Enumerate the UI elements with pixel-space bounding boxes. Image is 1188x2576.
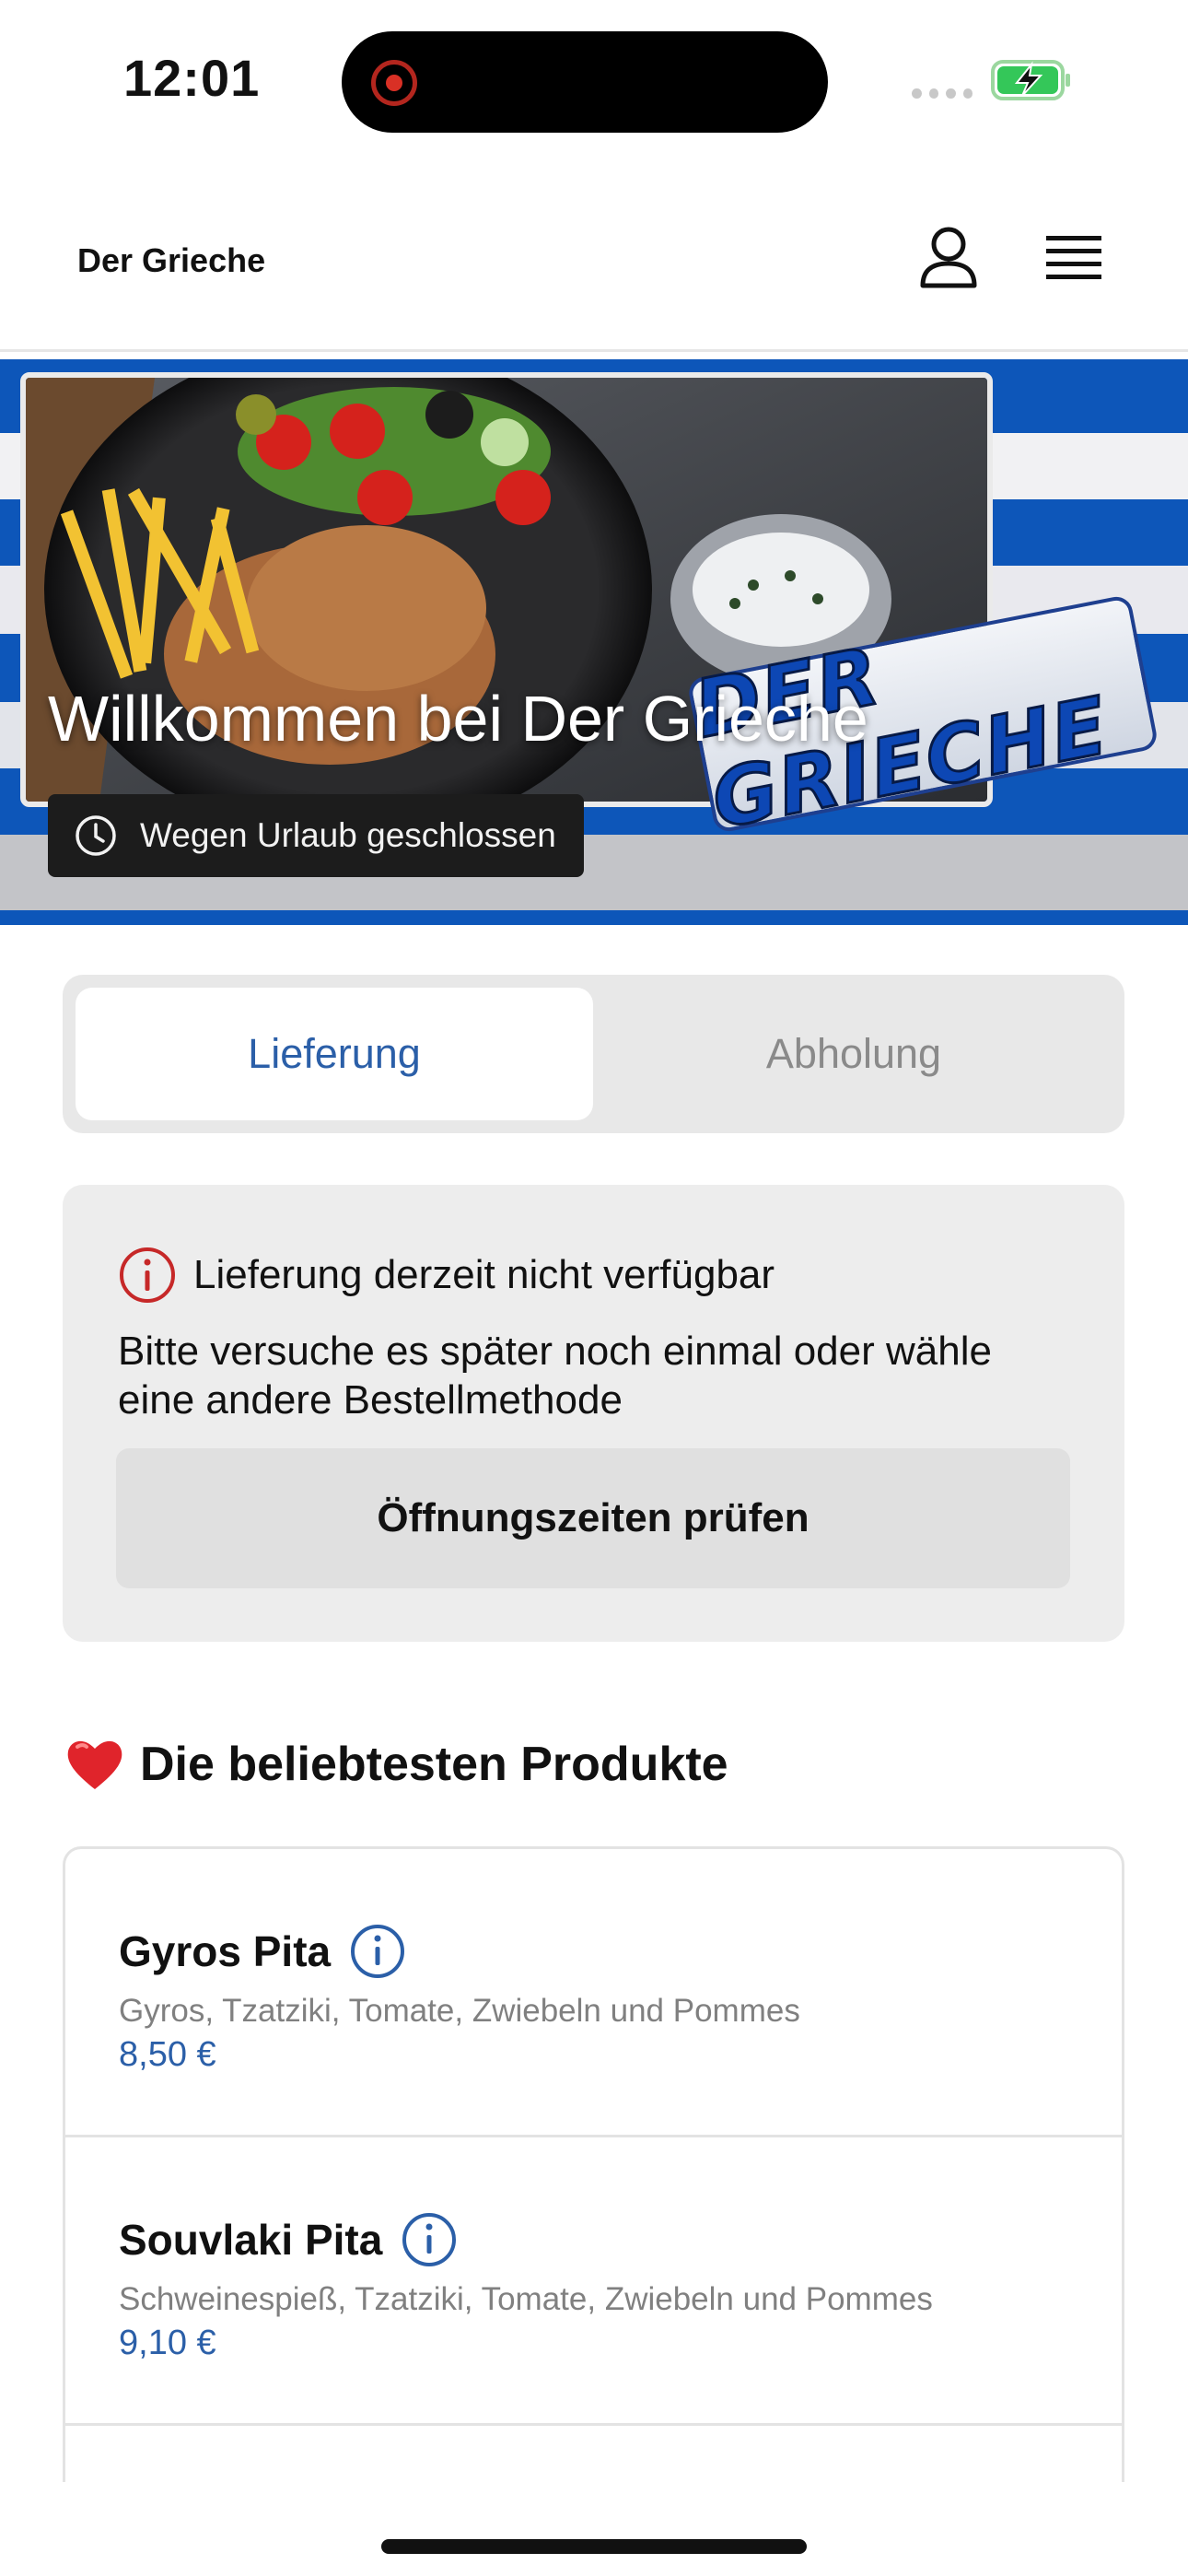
hamburger-menu-icon[interactable] xyxy=(1041,230,1107,286)
status-bar: 12:01 xyxy=(0,0,1188,157)
app-header: Der Grieche xyxy=(0,157,1188,352)
delivery-notice-card: Lieferung derzeit nicht verfügbar Bitte … xyxy=(63,1185,1124,1642)
popular-products-title: Die beliebtesten Produkte xyxy=(140,1738,728,1791)
heart-icon xyxy=(67,1740,122,1789)
notice-body: Bitte versuche es später noch einmal ode… xyxy=(118,1329,992,1423)
info-circle-icon xyxy=(120,1247,175,1303)
tab-abholung[interactable]: Abholung xyxy=(595,988,1112,1120)
notice-title: Lieferung derzeit nicht verfügbar xyxy=(193,1252,775,1297)
user-icon[interactable] xyxy=(915,223,982,289)
recording-icon xyxy=(371,60,417,106)
bottom-safe-area xyxy=(0,2482,1188,2576)
hero-banner: DER GRIECHE Willkommen bei Der Grieche W… xyxy=(0,359,1188,925)
product-description: Schweinespieß, Tzatziki, Tomate, Zwiebel… xyxy=(119,2281,933,2317)
product-info-icon[interactable] xyxy=(401,2211,458,2268)
clock-icon xyxy=(76,815,116,856)
product-price: 8,50 € xyxy=(119,2035,216,2074)
order-mode-switch: Lieferung Abholung xyxy=(63,975,1124,1133)
product-info-icon[interactable] xyxy=(349,1923,406,1980)
product-name: Souvlaki Pita xyxy=(119,2216,383,2264)
tab-lieferung[interactable]: Lieferung xyxy=(76,988,593,1120)
signal-icon xyxy=(912,88,973,100)
battery-charging-icon xyxy=(991,60,1070,100)
notice-header: Lieferung derzeit nicht verfügbar xyxy=(118,1246,775,1305)
product-card[interactable]: Gyros Pita Gyros, Tzatziki, Tomate, Zwie… xyxy=(65,1849,1122,2137)
closed-status-badge: Wegen Urlaub geschlossen xyxy=(48,794,584,877)
product-description: Gyros, Tzatziki, Tomate, Zwiebeln und Po… xyxy=(119,1993,800,2029)
status-time: 12:01 xyxy=(123,49,261,107)
dynamic-island xyxy=(342,31,828,133)
product-list: Gyros Pita Gyros, Tzatziki, Tomate, Zwie… xyxy=(63,1846,1124,2576)
popular-products-heading: Die beliebtesten Produkte xyxy=(64,1736,728,1793)
product-name: Gyros Pita xyxy=(119,1927,332,1975)
welcome-title: Willkommen bei Der Grieche xyxy=(48,683,868,755)
home-indicator[interactable] xyxy=(381,2539,807,2554)
product-price: 9,10 € xyxy=(119,2324,216,2362)
app-screen: 12:01 Der Grieche DER GRIECHE Willkommen… xyxy=(0,0,1188,2576)
product-card[interactable]: Souvlaki Pita Schweinespieß, Tzatziki, T… xyxy=(65,2137,1122,2426)
product-name-row: Souvlaki Pita xyxy=(119,2211,458,2268)
closed-status-text: Wegen Urlaub geschlossen xyxy=(140,816,556,854)
product-name-row: Gyros Pita xyxy=(119,1923,406,1980)
brand-name[interactable]: Der Grieche xyxy=(77,241,265,280)
check-opening-hours-button[interactable]: Öffnungszeiten prüfen xyxy=(116,1448,1070,1588)
